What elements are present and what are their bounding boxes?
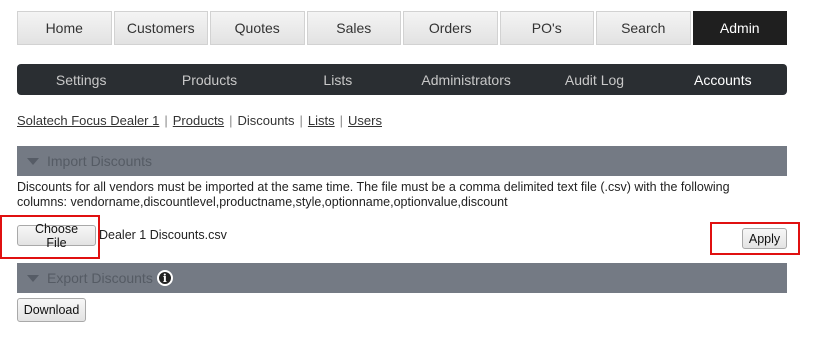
breadcrumb-users-link[interactable]: Users xyxy=(348,113,382,128)
subnav-administrators[interactable]: Administrators xyxy=(402,64,530,95)
collapse-triangle-icon xyxy=(27,274,39,282)
breadcrumb-products-link[interactable]: Products xyxy=(173,113,224,128)
highlight-box-choose-file xyxy=(0,215,100,259)
import-discounts-title: Import Discounts xyxy=(47,153,153,169)
admin-sub-nav: Settings Products Lists Administrators A… xyxy=(17,64,787,95)
tab-quotes[interactable]: Quotes xyxy=(210,11,305,45)
breadcrumb-separator: | xyxy=(229,113,233,128)
info-icon[interactable]: i xyxy=(156,270,173,286)
tab-admin[interactable]: Admin xyxy=(692,11,787,45)
tab-home[interactable]: Home xyxy=(17,11,112,45)
breadcrumb-dealer-link[interactable]: Solatech Focus Dealer 1 xyxy=(17,113,159,128)
tab-pos[interactable]: PO's xyxy=(499,11,594,45)
subnav-settings[interactable]: Settings xyxy=(17,64,145,95)
tab-sales[interactable]: Sales xyxy=(306,11,401,45)
breadcrumb-separator: | xyxy=(339,113,344,128)
highlight-box-apply xyxy=(710,222,800,255)
collapse-triangle-icon xyxy=(27,157,39,165)
breadcrumb-separator: | xyxy=(164,113,168,128)
selected-file-name: Dealer 1 Discounts.csv xyxy=(99,228,227,242)
tab-customers[interactable]: Customers xyxy=(113,11,208,45)
breadcrumb-current-discounts: Discounts xyxy=(237,113,295,128)
export-discounts-header[interactable]: Export Discounts i xyxy=(17,263,787,293)
subnav-products[interactable]: Products xyxy=(145,64,273,95)
import-discounts-header[interactable]: Import Discounts xyxy=(17,146,787,176)
breadcrumb-lists-link[interactable]: Lists xyxy=(308,113,335,128)
export-discounts-title: Export Discounts xyxy=(47,270,153,286)
tab-search[interactable]: Search xyxy=(596,11,691,45)
tab-orders[interactable]: Orders xyxy=(403,11,498,45)
breadcrumb: Solatech Focus Dealer 1 | Products | Discoun… xyxy=(17,113,382,128)
download-button[interactable]: Download xyxy=(17,298,86,322)
subnav-accounts[interactable]: Accounts xyxy=(659,64,787,95)
breadcrumb-separator: | xyxy=(299,113,303,128)
import-description: Discounts for all vendors must be import… xyxy=(17,180,730,209)
subnav-audit-log[interactable]: Audit Log xyxy=(530,64,658,95)
subnav-lists[interactable]: Lists xyxy=(274,64,402,95)
top-nav: Home Customers Quotes Sales Orders PO's … xyxy=(17,11,787,45)
